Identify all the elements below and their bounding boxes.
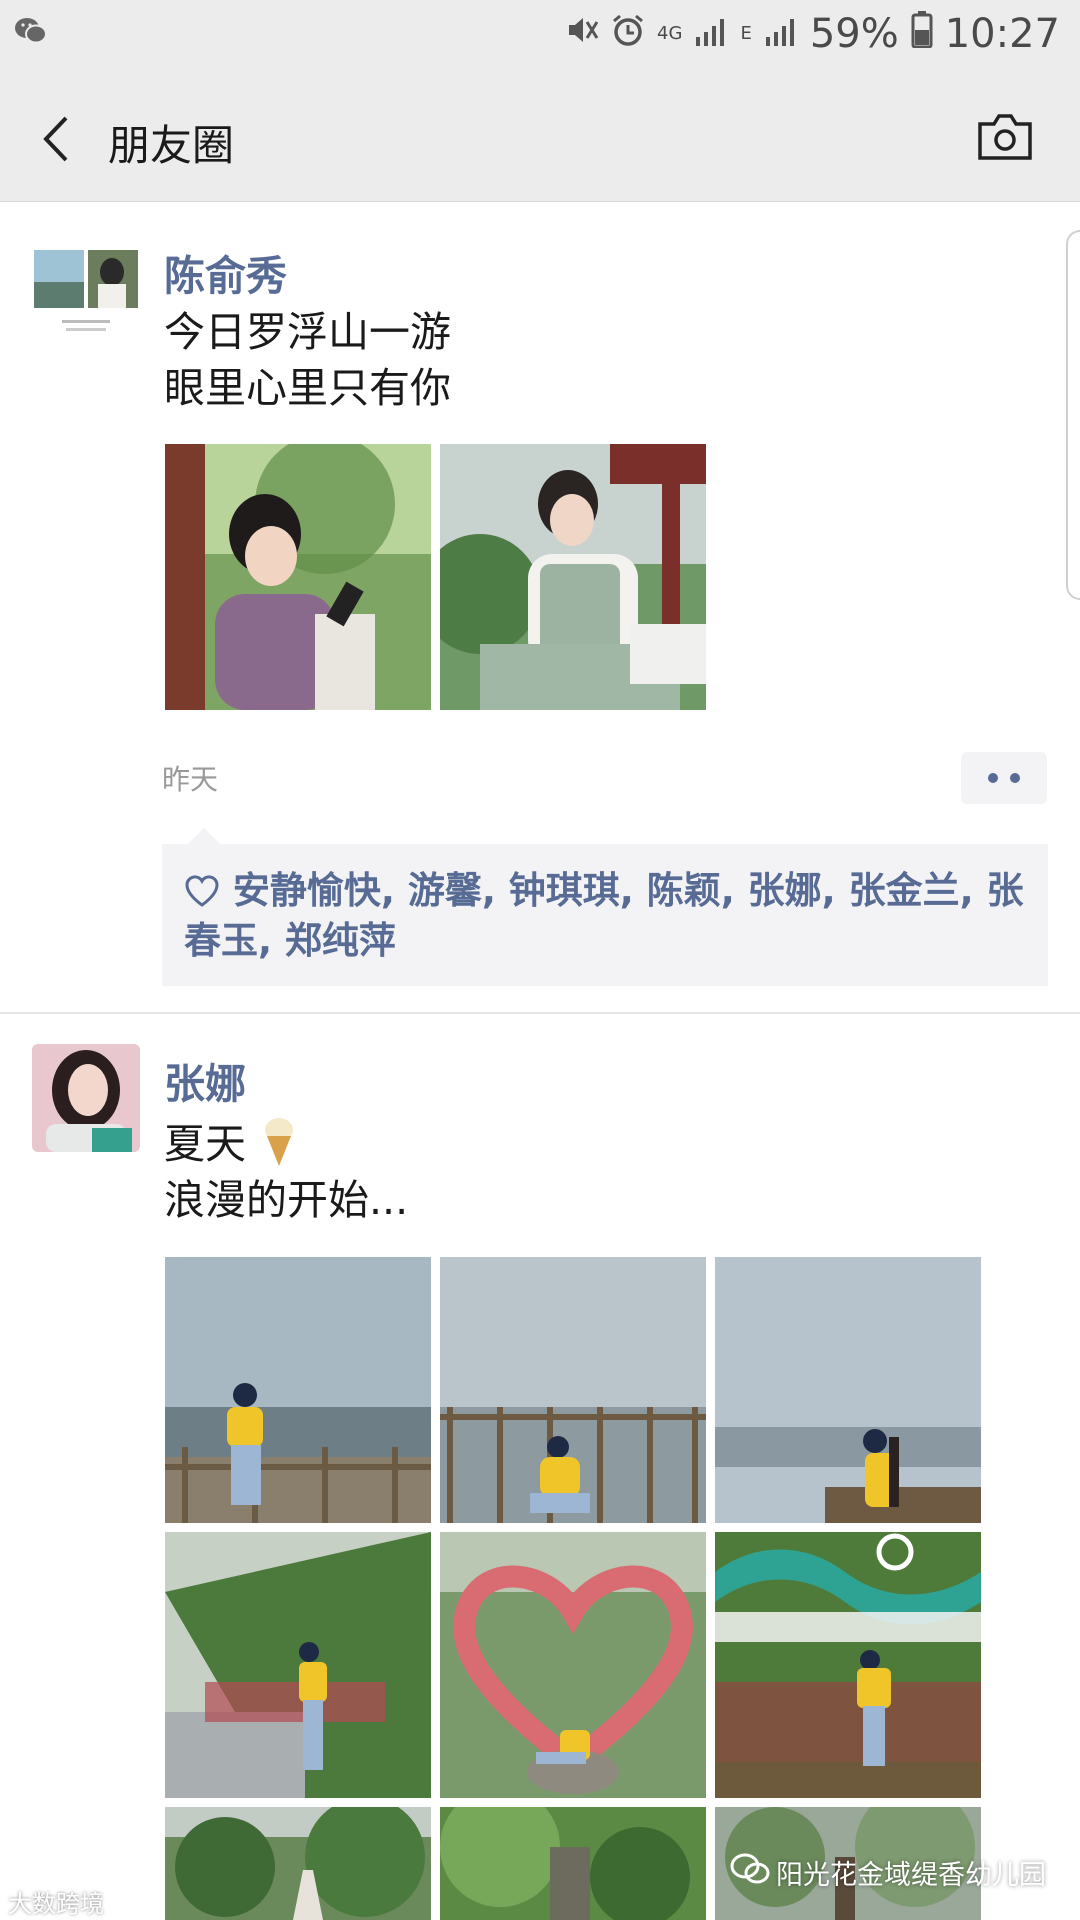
page-title: 朋友圈 <box>108 121 235 170</box>
post-photo[interactable] <box>440 1257 706 1523</box>
post-photo[interactable] <box>440 444 706 710</box>
dot-icon <box>988 773 998 783</box>
post-time: 昨天 <box>162 763 219 796</box>
post-photo[interactable] <box>440 1807 706 1920</box>
post-photo[interactable] <box>715 1532 981 1798</box>
back-arrow-icon[interactable] <box>38 114 78 164</box>
wechat-icon <box>14 14 48 52</box>
post-text-span: 夏天 <box>164 1120 246 1168</box>
post-photo[interactable] <box>165 1257 431 1523</box>
moment-post: 陈俞秀 今日罗浮山一游 眼里心里只有你 昨天 安静愉快, 游馨, 钟琪琪, 陈颖… <box>0 202 1080 1014</box>
signal-icon-2 <box>764 11 798 57</box>
avatar[interactable] <box>32 1044 140 1152</box>
dot-icon <box>1010 773 1020 783</box>
status-bar: 4G E 59% 10:27 <box>0 0 1080 72</box>
post-photo[interactable] <box>440 1532 706 1798</box>
watermark-left: 大数跨境 <box>8 1890 104 1918</box>
clock-time: 10:27 <box>944 11 1060 57</box>
author-name[interactable]: 张娜 <box>164 1050 246 1110</box>
post-photo[interactable] <box>715 1257 981 1523</box>
post-text-line: 浪漫的开始... <box>164 1176 409 1224</box>
avatar[interactable] <box>32 246 140 354</box>
wechat-logo-icon <box>730 1852 770 1893</box>
post-text-line: 夏天 <box>164 1114 299 1172</box>
heart-icon <box>184 869 233 912</box>
network-type-2: E <box>740 23 752 44</box>
camera-icon[interactable] <box>976 112 1034 162</box>
likes-panel: 安静愉快, 游馨, 钟琪琪, 陈颖, 张娜, 张金兰, 张春玉, 郑纯萍 <box>162 844 1048 986</box>
post-photo[interactable] <box>165 1532 431 1798</box>
watermark-text: 阳光花金域缇香幼儿园 <box>776 1860 1046 1891</box>
author-name[interactable]: 陈俞秀 <box>164 242 287 302</box>
battery-percent: 59% <box>809 11 899 57</box>
moment-post: 张娜 夏天 浪漫的开始... <box>0 1014 1080 1920</box>
likes-pointer <box>188 828 220 844</box>
watermark: 阳光花金域缇香幼儿园 <box>730 1852 1046 1893</box>
post-text-line: 眼里心里只有你 <box>164 364 451 412</box>
post-photo[interactable] <box>165 444 431 710</box>
ice-cream-icon <box>259 1118 299 1168</box>
top-nav-bar: 朋友圈 <box>0 72 1080 202</box>
post-photo[interactable] <box>165 1807 431 1920</box>
alarm-icon <box>611 11 645 57</box>
signal-icon <box>694 11 728 57</box>
likes-names[interactable]: 安静愉快, 游馨, 钟琪琪, 陈颖, 张娜, 张金兰, 张春玉, 郑纯萍 <box>184 869 1024 962</box>
more-actions-button[interactable] <box>961 752 1047 804</box>
network-type: 4G <box>657 23 683 44</box>
post-text-line: 今日罗浮山一游 <box>164 308 451 356</box>
battery-icon <box>911 10 933 58</box>
mute-icon <box>565 11 599 57</box>
